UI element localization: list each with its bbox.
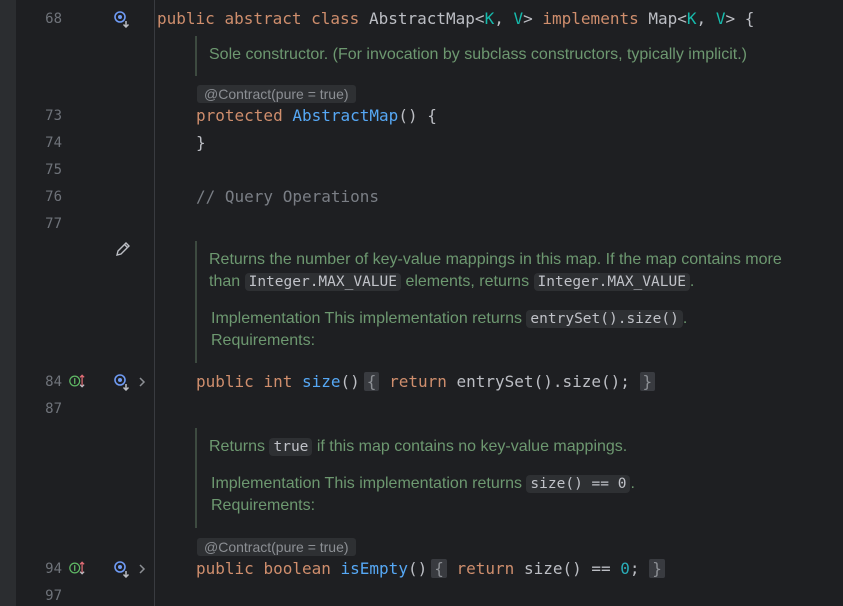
doc-text: if this map contains no key-value mappin… [316, 438, 628, 455]
inline-code: size() == 0 [526, 475, 631, 493]
doc-tag-text: Implementation This implementation retur… [211, 310, 522, 327]
doc-line: Returns the number of key-value mappings… [209, 249, 782, 271]
comma: , [696, 9, 716, 28]
line-number: 97 [45, 588, 62, 604]
editor-gutter[interactable] [16, 0, 154, 606]
chevron-right-icon[interactable] [136, 560, 148, 578]
doc-text: Sole constructor. (For invocation by sub… [209, 46, 747, 63]
magnifier-usages-icon[interactable] [113, 373, 131, 391]
inline-code: Integer.MAX_VALUE [244, 273, 401, 291]
angle-open: < [474, 9, 485, 28]
type-param: V [513, 9, 524, 28]
doc-text: . [682, 310, 688, 327]
semicolon: ; [629, 559, 640, 578]
keyword: return [389, 372, 447, 391]
method-body: entrySet().size(); [456, 372, 630, 391]
line-number: 74 [45, 135, 62, 151]
implementing-method-icon[interactable] [69, 559, 87, 577]
doc-text: . [689, 273, 695, 290]
line-number: 77 [45, 216, 62, 232]
fold-brace-close[interactable]: } [649, 559, 665, 578]
doc-text: elements, returns [405, 273, 530, 290]
keyword: public [157, 9, 215, 28]
doc-tag-text: Implementation This implementation retur… [211, 475, 522, 492]
class-declaration[interactable]: public abstract class AbstractMap<K, V> … [157, 8, 754, 30]
line-number: 68 [45, 11, 62, 27]
keyword: implements [542, 9, 639, 28]
doc-line: than Integer.MAX_VALUE elements, returns… [209, 271, 782, 293]
line-number: 94 [45, 561, 62, 577]
method-body: size() == [523, 559, 621, 578]
class-name: AbstractMap [368, 9, 475, 28]
inline-code: Integer.MAX_VALUE [533, 273, 690, 291]
line-number: 76 [45, 189, 62, 205]
contract-annotation: @Contract(pure = true) [197, 85, 356, 103]
doc-line: Requirements: [209, 330, 782, 352]
implementing-method-icon[interactable] [69, 372, 87, 390]
parens: () [407, 559, 428, 578]
doc-tag-text: Requirements: [211, 497, 316, 514]
doc-line: Returns true if this map contains no key… [209, 436, 635, 458]
keyword: public [196, 559, 254, 578]
pencil-icon[interactable] [114, 240, 132, 258]
doc-line: Requirements: [209, 495, 635, 517]
parens: () [340, 372, 360, 391]
magnifier-usages-icon[interactable] [113, 560, 131, 578]
chevron-right-icon[interactable] [136, 373, 148, 391]
constructor-name: AbstractMap [292, 106, 399, 125]
line-number: 84 [45, 374, 62, 390]
doc-text: Returns [209, 438, 266, 455]
fold-brace-close[interactable]: } [639, 372, 656, 391]
constructor-declaration[interactable]: protected AbstractMap() { [196, 105, 437, 127]
keyword: int [263, 372, 293, 391]
doc-tag-text: Requirements: [211, 332, 316, 349]
keyword: boolean [263, 559, 331, 578]
keyword: abstract [224, 9, 302, 28]
javadoc-block[interactable]: Sole constructor. (For invocation by sub… [195, 36, 747, 76]
angle-close: > [523, 9, 533, 28]
keyword: class [311, 9, 360, 28]
left-tool-strip [0, 0, 16, 606]
method-name: size [301, 372, 341, 391]
inline-code: entrySet().size() [526, 310, 683, 328]
fold-brace-open[interactable]: { [431, 559, 447, 578]
angle-close: > [725, 9, 736, 28]
size-method[interactable]: public int size(){ return entrySet().siz… [196, 371, 656, 393]
brace-open: { [735, 9, 755, 28]
parens: () { [398, 106, 437, 125]
magnifier-usages-icon[interactable] [113, 10, 131, 28]
interface-name: Map [648, 9, 678, 28]
doc-line: Implementation This implementation retur… [209, 473, 635, 495]
type-param: K [484, 9, 495, 28]
comma: , [494, 9, 514, 28]
line-comment: // Query Operations [196, 187, 380, 206]
brace-close: } [196, 133, 206, 152]
keyword: protected [196, 106, 283, 125]
doc-line: Implementation This implementation retur… [209, 308, 782, 330]
javadoc-block[interactable]: Returns the number of key-value mappings… [195, 241, 782, 363]
line-number: 75 [45, 162, 62, 178]
doc-text: Returns the number of key-value mappings… [209, 251, 782, 268]
isempty-method[interactable]: public boolean isEmpty(){ return size() … [196, 558, 665, 580]
line-number: 87 [45, 401, 62, 417]
type-param: V [715, 9, 726, 28]
line-number: 73 [45, 108, 62, 124]
doc-text: than [209, 273, 241, 290]
gutter-separator [154, 0, 155, 606]
type-param: K [686, 9, 697, 28]
keyword: public [196, 372, 254, 391]
method-name: isEmpty [340, 559, 408, 578]
fold-brace-open[interactable]: { [363, 372, 380, 391]
number-literal: 0 [620, 559, 630, 578]
doc-text: . [630, 475, 635, 492]
inline-code: true [269, 438, 313, 456]
keyword: return [456, 559, 515, 578]
angle-open: < [677, 9, 687, 28]
javadoc-block[interactable]: Returns true if this map contains no key… [195, 428, 635, 528]
contract-annotation: @Contract(pure = true) [197, 538, 356, 556]
